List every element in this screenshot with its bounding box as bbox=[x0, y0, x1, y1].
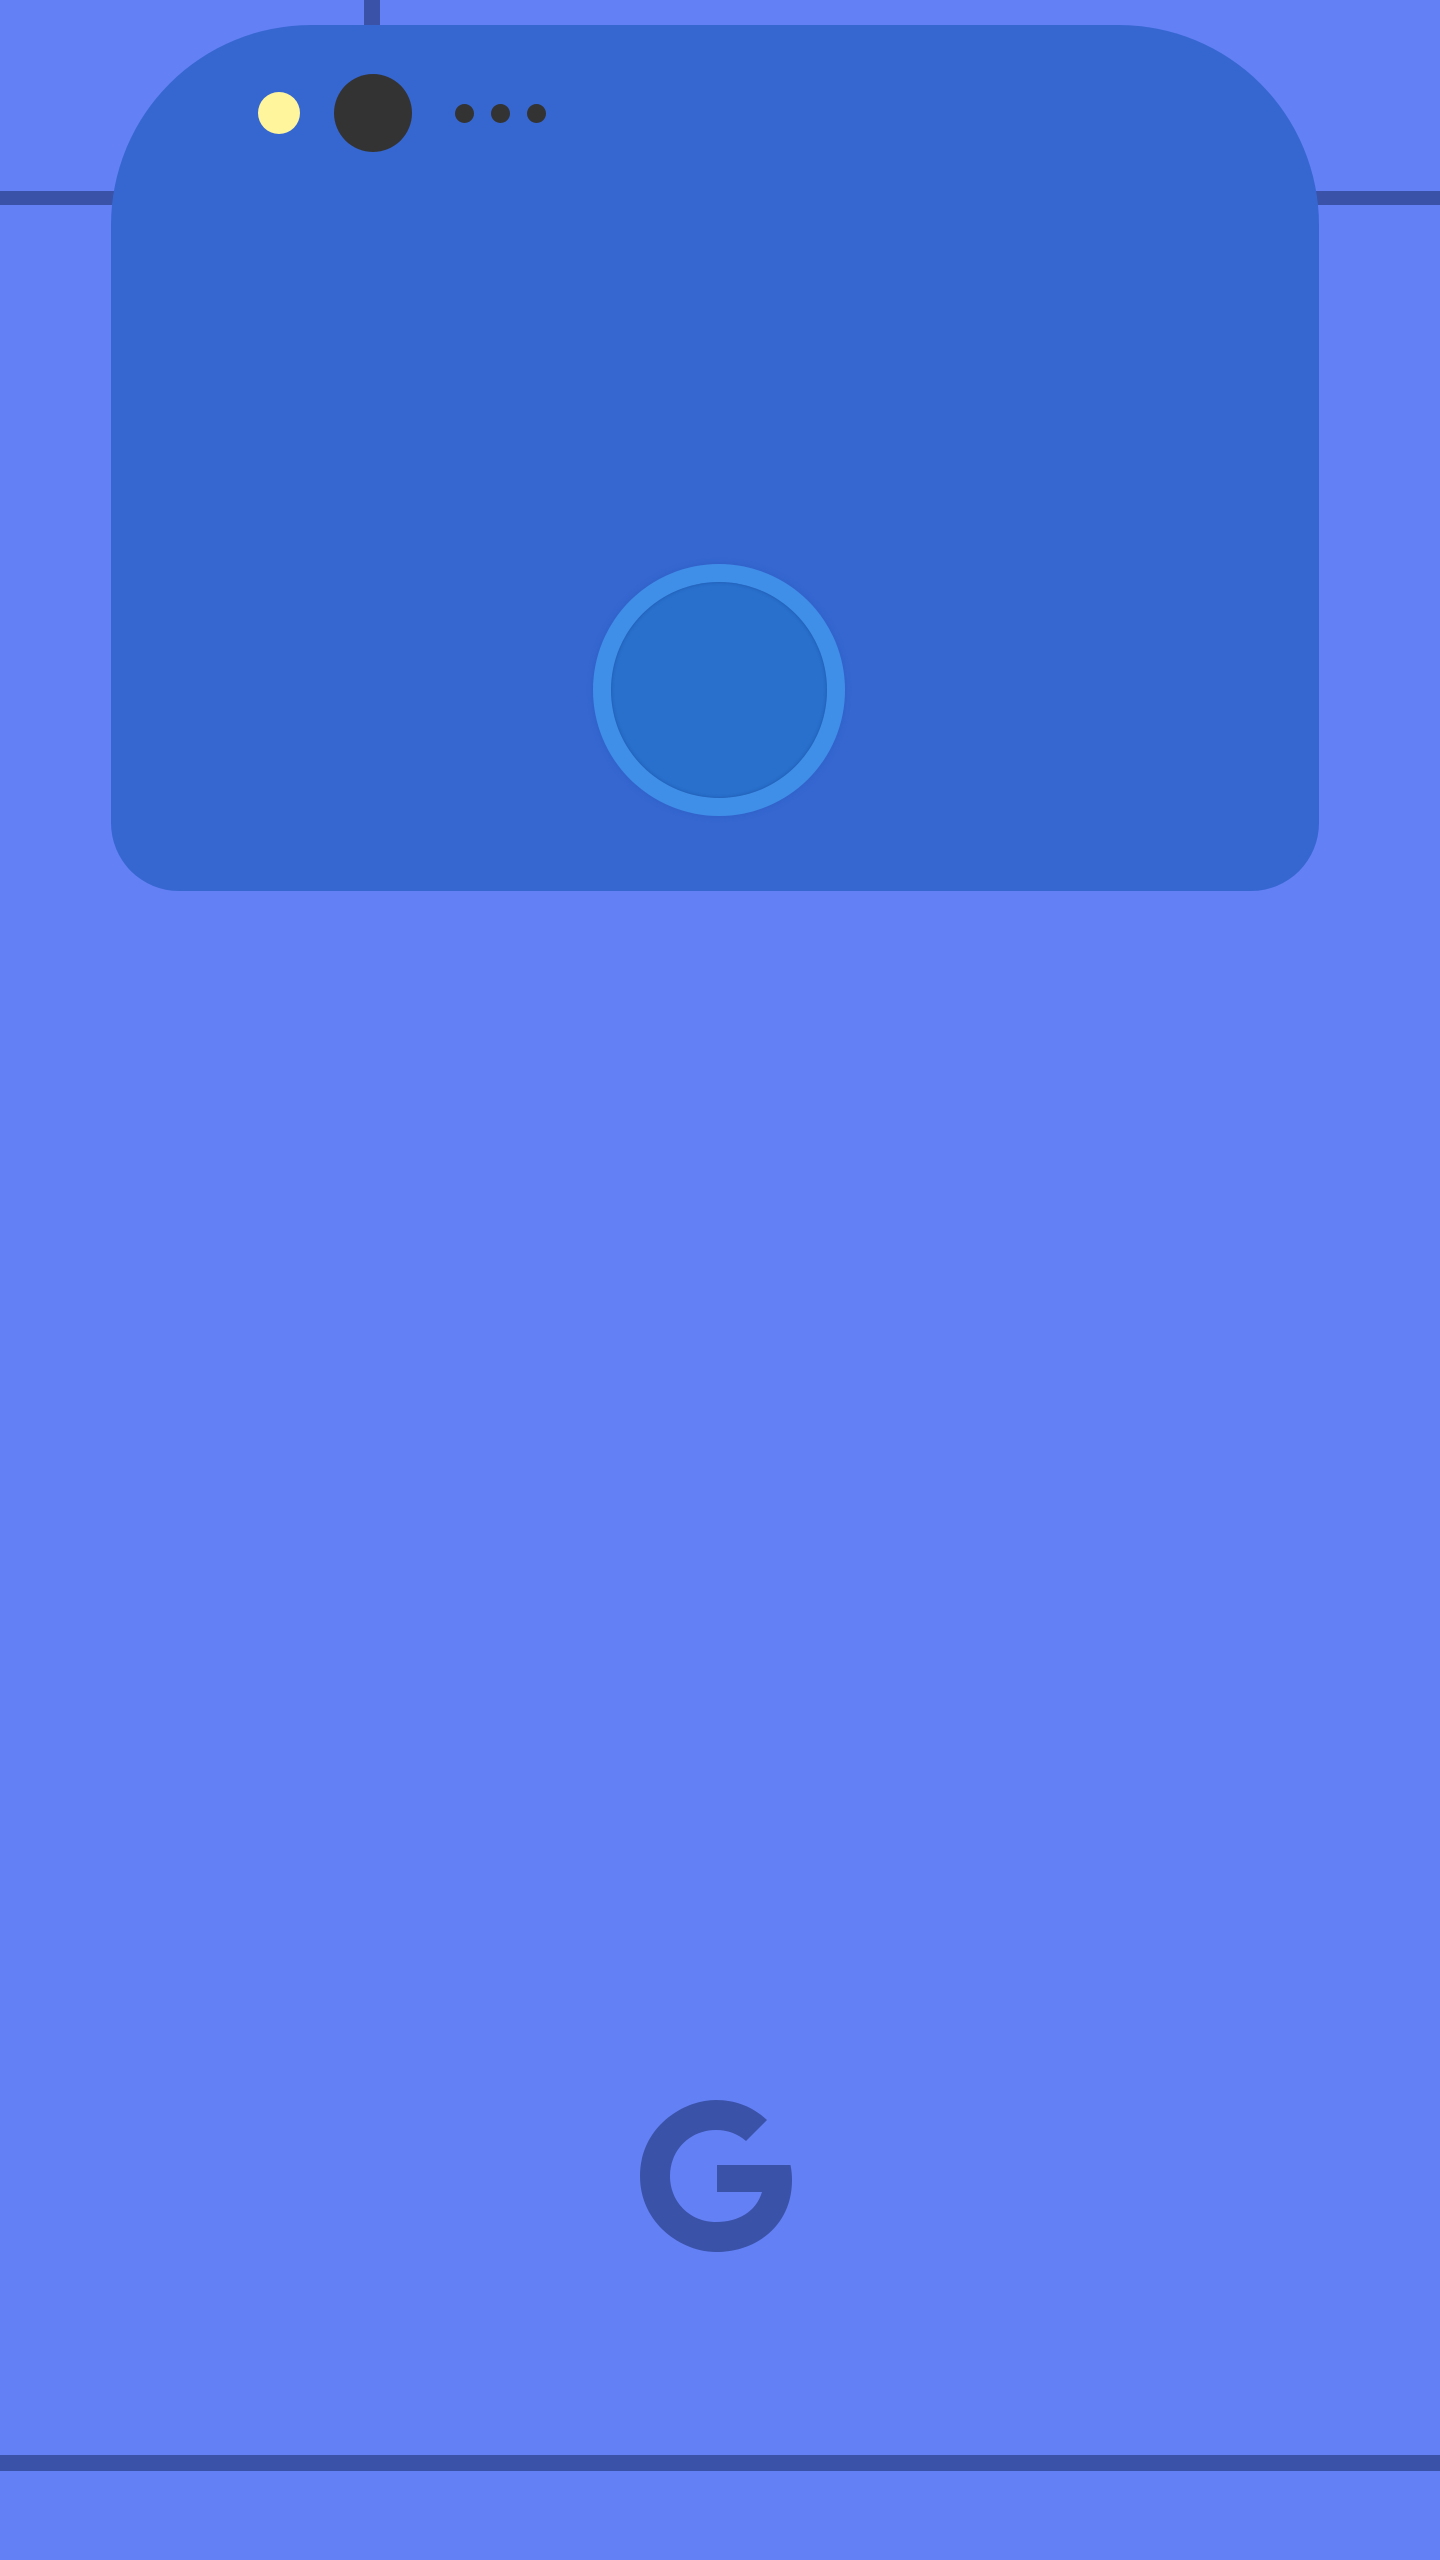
flash-icon bbox=[258, 92, 300, 134]
microphone-dot-icon bbox=[455, 104, 474, 123]
phone-back-illustration bbox=[0, 0, 1440, 2560]
camera-lens-icon bbox=[334, 74, 412, 152]
accent-line-top-right bbox=[1316, 191, 1440, 205]
fingerprint-ring bbox=[593, 564, 845, 816]
microphone-dot-icon bbox=[527, 104, 546, 123]
google-g-icon bbox=[640, 2100, 792, 2252]
accent-line-bottom bbox=[0, 2455, 1440, 2471]
accent-line-vertical bbox=[364, 0, 380, 26]
fingerprint-sensor-icon[interactable] bbox=[611, 582, 827, 798]
accent-line-top-left bbox=[0, 191, 120, 205]
microphone-dot-icon bbox=[491, 104, 510, 123]
